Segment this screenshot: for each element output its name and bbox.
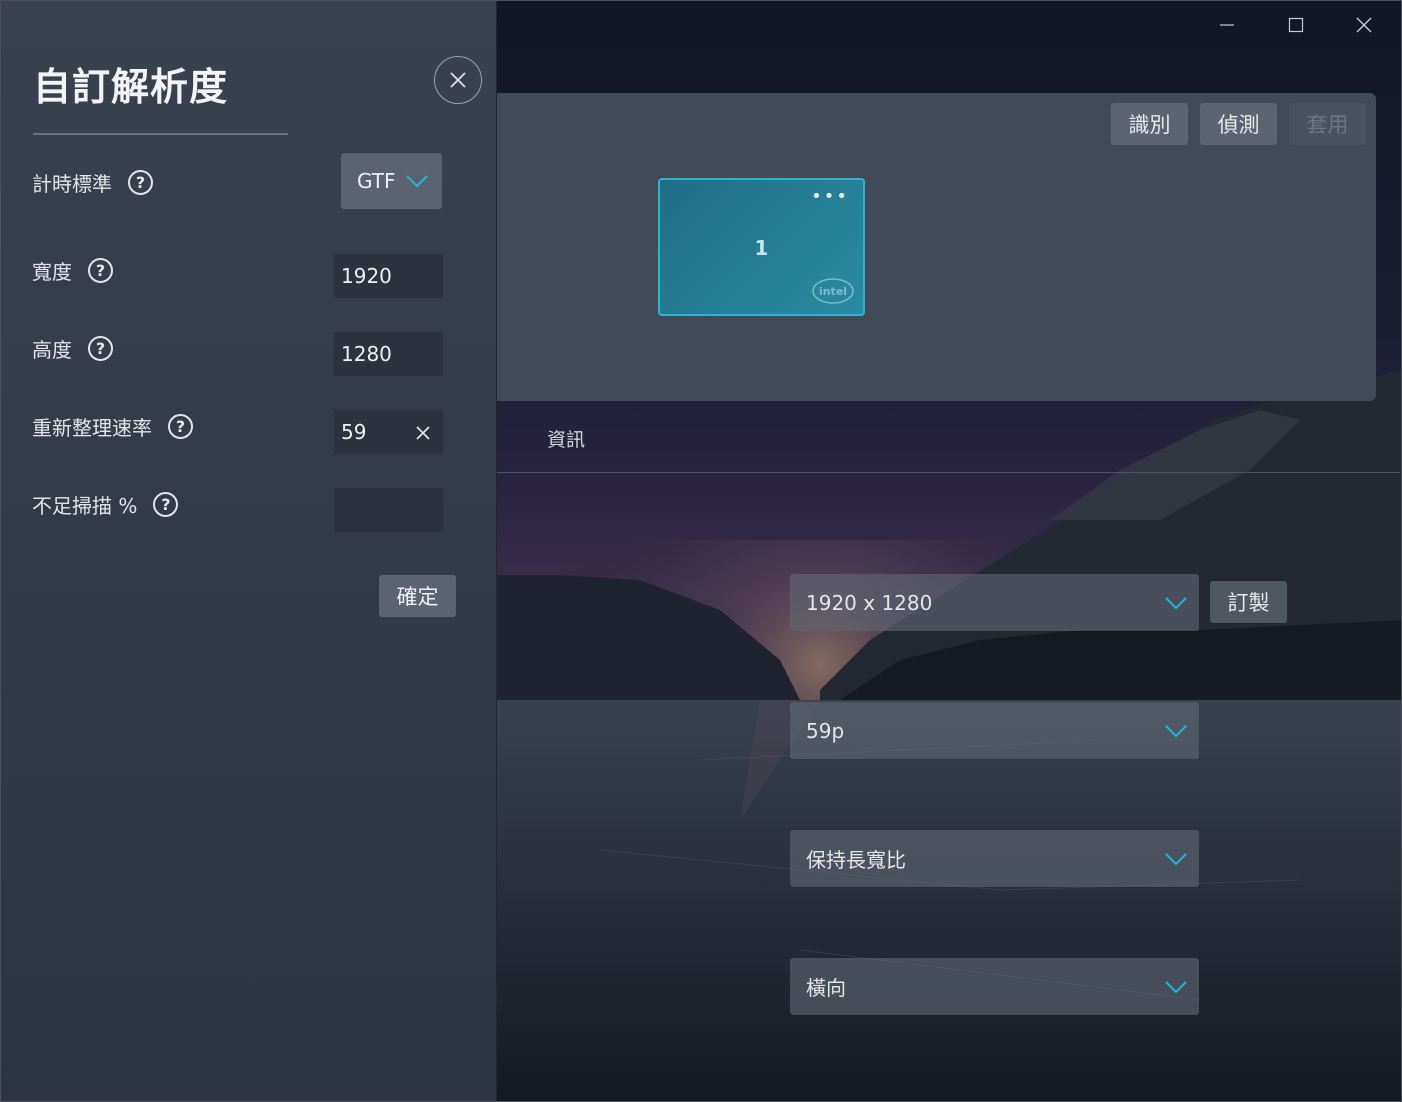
clear-icon <box>416 426 430 440</box>
refresh-rate-value: 59p <box>806 718 845 743</box>
chevron-down-icon <box>405 175 428 188</box>
maximize-button[interactable] <box>1278 8 1314 42</box>
width-input[interactable] <box>334 254 443 298</box>
resolution-value: 1920 x 1280 <box>806 590 933 615</box>
width-label: 寬度 <box>32 260 72 284</box>
timing-standard-row: 計時標準 ? <box>32 168 153 197</box>
help-icon[interactable]: ? <box>88 258 113 283</box>
underscan-label: 不足掃描 % <box>32 494 138 518</box>
confirm-button[interactable]: 確定 <box>379 575 456 617</box>
clear-refresh-rate-button[interactable] <box>411 421 435 445</box>
scaling-dropdown[interactable]: 保持長寬比 <box>790 830 1199 887</box>
timing-standard-label: 計時標準 <box>32 172 112 196</box>
dialog-title: 自訂解析度 <box>33 65 229 109</box>
help-icon[interactable]: ? <box>128 170 153 195</box>
window-close-button[interactable] <box>1346 8 1382 42</box>
dialog-close-button[interactable] <box>434 56 482 104</box>
monitor-menu-icon[interactable]: ••• <box>811 188 849 206</box>
timing-standard-select[interactable]: GTF <box>341 153 442 209</box>
custom-resolution-dialog: 自訂解析度 計時標準 ? GTF 寬度 ? 高度 ? 重新整理速率 ? 不足掃描… <box>0 0 497 1102</box>
refresh-rate-row: 重新整理速率 ? <box>32 412 193 441</box>
tab-divider <box>497 472 1400 473</box>
orientation-value: 橫向 <box>806 976 846 1000</box>
height-input[interactable] <box>334 332 443 376</box>
underscan-row: 不足掃描 % ? <box>32 490 179 519</box>
title-divider <box>33 133 288 135</box>
resolution-dropdown[interactable]: 1920 x 1280 <box>790 574 1199 631</box>
apply-button[interactable]: 套用 <box>1289 103 1366 145</box>
monitor-number: 1 <box>754 236 769 260</box>
height-label: 高度 <box>32 338 72 362</box>
monitor-tile[interactable]: ••• 1 intel <box>658 178 865 316</box>
maximize-icon <box>1288 17 1304 33</box>
identify-button[interactable]: 識別 <box>1111 103 1188 145</box>
chevron-down-icon <box>1165 724 1187 737</box>
close-icon <box>1356 17 1372 33</box>
help-icon[interactable]: ? <box>153 492 179 517</box>
minimize-button[interactable] <box>1209 8 1245 42</box>
scaling-value: 保持長寬比 <box>806 848 906 872</box>
chevron-down-icon <box>1165 852 1187 865</box>
custom-resolution-button[interactable]: 訂製 <box>1210 581 1287 623</box>
detect-button[interactable]: 偵測 <box>1200 103 1277 145</box>
underscan-input[interactable] <box>334 488 443 532</box>
svg-text:intel: intel <box>819 285 847 298</box>
close-icon <box>450 72 466 88</box>
refresh-rate-label: 重新整理速率 <box>32 416 152 440</box>
minimize-icon <box>1220 24 1234 26</box>
width-row: 寬度 ? <box>32 256 113 285</box>
help-icon[interactable]: ? <box>88 336 113 361</box>
chevron-down-icon <box>1165 596 1187 609</box>
help-icon[interactable]: ? <box>168 414 193 439</box>
height-row: 高度 ? <box>32 334 113 363</box>
refresh-rate-dropdown[interactable]: 59p <box>790 702 1199 759</box>
orientation-dropdown[interactable]: 橫向 <box>790 958 1199 1015</box>
chevron-down-icon <box>1165 980 1187 993</box>
timing-standard-value: GTF <box>357 169 396 193</box>
intel-logo: intel <box>812 278 854 304</box>
tab-info[interactable]: 資訊 <box>547 425 585 452</box>
